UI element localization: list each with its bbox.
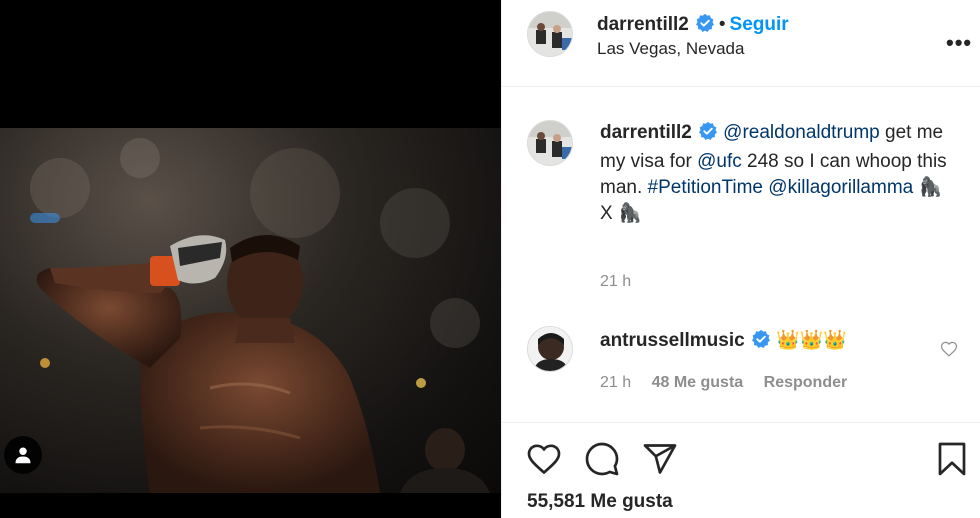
post-panel: darrentill2 • Seguir Las Vegas, Nevada •••…	[501, 0, 980, 518]
action-bar: 55,581 Me gusta	[502, 422, 980, 518]
post-photo	[0, 128, 501, 493]
hashtag-petitiontime[interactable]: #PetitionTime	[648, 177, 763, 198]
author-username[interactable]: darrentill2	[597, 14, 689, 35]
post-header: darrentill2 • Seguir Las Vegas, Nevada •••	[502, 0, 980, 87]
bookmark-icon[interactable]	[934, 441, 970, 482]
fighter-figure	[36, 234, 490, 493]
verified-icon	[751, 329, 771, 355]
comment-timestamp[interactable]: 21 h	[600, 374, 631, 391]
crown-emojis: 👑👑👑	[775, 330, 847, 351]
mention-killagorillamma[interactable]: @killagorillamma	[768, 177, 913, 198]
comment-body: antrussellmusic 👑👑👑	[600, 328, 847, 355]
mention-ufc[interactable]: @ufc	[697, 151, 742, 172]
post-likes-count[interactable]: 55,581 Me gusta	[527, 491, 673, 513]
gorilla-emoji: 🦍	[617, 203, 642, 224]
reply-button[interactable]: Responder	[764, 374, 848, 391]
caption-avatar[interactable]	[527, 120, 573, 166]
follow-button[interactable]: Seguir	[730, 14, 789, 35]
caption-x: X	[600, 203, 618, 224]
post-media[interactable]	[0, 0, 501, 518]
more-options-icon[interactable]: •••	[946, 30, 972, 56]
caption-timestamp[interactable]: 21 h	[600, 273, 631, 291]
share-icon[interactable]	[642, 441, 678, 482]
user-tag-icon	[15, 447, 31, 464]
user-tag-button[interactable]	[4, 436, 42, 474]
gorilla-emoji: 🦍	[918, 177, 943, 198]
mention-realdonaldtrump[interactable]: @realdonaldtrump	[723, 122, 880, 143]
separator-dot: •	[718, 14, 726, 35]
post-location[interactable]: Las Vegas, Nevada	[597, 39, 744, 59]
post-caption: darrentill2 @realdonaldtrump get me my v…	[600, 120, 960, 227]
verified-icon	[698, 121, 718, 149]
comment-meta: 21 h 48 Me gusta Responder	[600, 374, 863, 392]
comment-like-heart-icon[interactable]	[940, 340, 958, 363]
verified-icon	[695, 13, 715, 38]
comment-likes[interactable]: 48 Me gusta	[652, 374, 744, 391]
heart-icon[interactable]	[526, 441, 562, 482]
commenter-avatar[interactable]	[527, 326, 573, 372]
caption-author[interactable]: darrentill2	[600, 122, 692, 143]
commenter-username[interactable]: antrussellmusic	[600, 330, 745, 351]
comment-icon[interactable]	[584, 441, 620, 482]
author-avatar[interactable]	[527, 11, 573, 57]
